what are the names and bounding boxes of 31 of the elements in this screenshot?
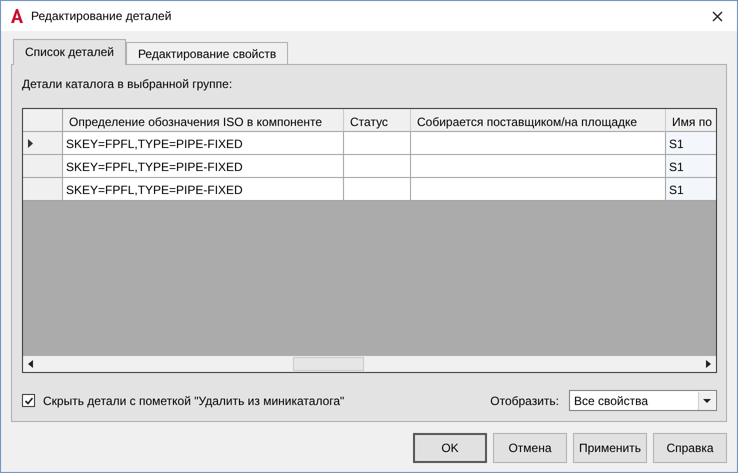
table-cell: S1 — [666, 155, 716, 178]
display-dropdown[interactable]: Все свойства — [569, 390, 717, 411]
dialog-button[interactable]: OK — [413, 433, 487, 463]
dialog-button[interactable]: Применить — [573, 433, 647, 463]
column-header[interactable]: Статус — [344, 109, 411, 132]
table-cell: S1 — [666, 132, 716, 155]
table-cell: SKEY=FPFL,TYPE=PIPE-FIXED — [63, 155, 344, 178]
table-cell: SKEY=FPFL,TYPE=PIPE-FIXED — [63, 178, 344, 201]
window-title: Редактирование деталей — [31, 9, 172, 23]
panel-label: Детали каталога в выбранной группе: — [22, 77, 234, 91]
table-cell — [344, 155, 411, 178]
column-header[interactable]: Собирается поставщиком/на площадке — [411, 109, 666, 132]
app-logo-icon — [10, 8, 24, 24]
row-header[interactable] — [23, 132, 63, 155]
table-cell — [344, 132, 411, 155]
checkbox[interactable] — [22, 394, 35, 407]
table-cell: S1 — [666, 178, 716, 201]
display-label: Отобразить: — [490, 394, 559, 408]
dialog-button[interactable]: Отмена — [493, 433, 567, 463]
tab[interactable]: Список деталей — [13, 39, 126, 65]
table-cell: SKEY=FPFL,TYPE=PIPE-FIXED — [63, 132, 344, 155]
column-header[interactable]: Определение обозначения ISO в компоненте — [63, 109, 344, 132]
dialog-button[interactable]: Справка — [653, 433, 727, 463]
scroll-thumb[interactable] — [293, 357, 364, 371]
horizontal-scrollbar[interactable] — [23, 356, 716, 372]
close-icon[interactable] — [712, 10, 723, 22]
checkbox-label: Скрыть детали с пометкой "Удалить из миникаталога" — [43, 394, 344, 408]
column-header[interactable]: Имя по — [666, 109, 716, 132]
current-row-icon — [28, 138, 33, 148]
table-cell — [344, 178, 411, 201]
tab[interactable]: Редактирование свойств — [126, 42, 288, 64]
